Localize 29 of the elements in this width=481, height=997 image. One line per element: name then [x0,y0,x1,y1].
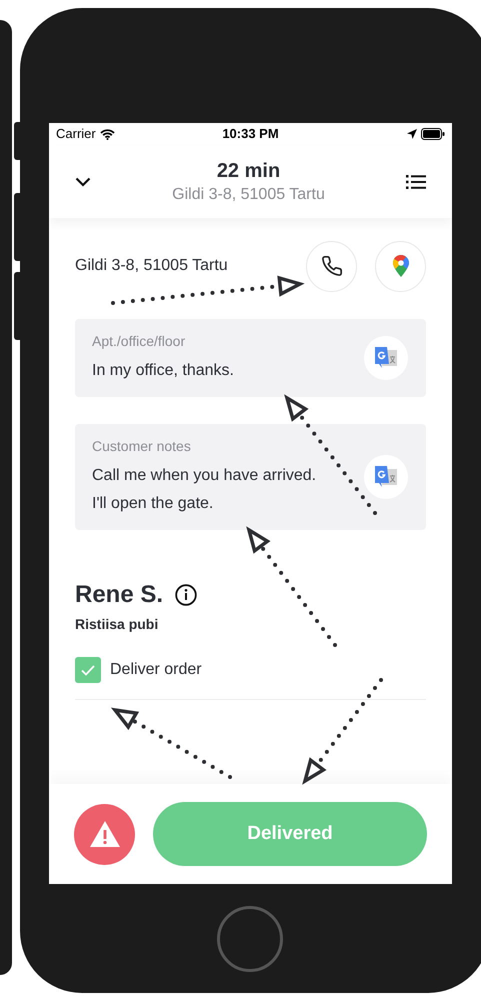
translate-button[interactable] [364,455,408,499]
check-icon [81,664,95,676]
header-subtitle: Gildi 3-8, 51005 Tartu [172,184,325,204]
call-button[interactable] [306,240,357,292]
maps-button[interactable] [375,240,426,292]
customer-name: Rene S. [75,580,164,610]
battery-icon [421,128,445,140]
carrier-label: Carrier [56,125,96,144]
home-button[interactable] [217,906,283,972]
note-text: Call me when you have arrived. I'll open the gate. [92,466,318,514]
wifi-icon [100,128,115,140]
address-text: Gildi 3-8, 51005 Tartu [75,256,229,276]
chevron-down-icon[interactable] [75,176,91,186]
warning-icon [90,821,120,847]
venue-name: Ristiisa pubi [75,615,160,634]
note-label: Customer notes [92,437,192,456]
delivered-button[interactable]: Delivered [153,802,427,866]
header-title: 22 min [216,158,280,184]
task-label: Deliver order [110,660,202,680]
phone-icon [320,255,342,277]
task-checkbox[interactable] [75,657,101,683]
note-text: In my office, thanks. [92,361,235,381]
info-icon[interactable] [175,584,198,606]
note-label: Apt./office/floor [92,332,186,351]
translate-button[interactable] [364,336,408,380]
map-pin-icon [392,255,408,277]
status-time: 10:33 PM [222,125,279,144]
list-icon[interactable] [406,174,426,188]
location-arrow-icon [407,129,417,139]
